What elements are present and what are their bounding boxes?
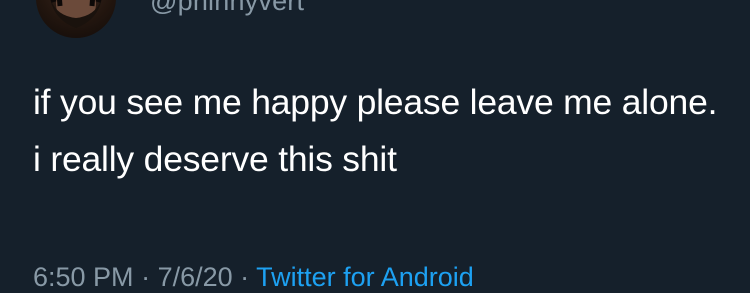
tweet-time: 6:50 PM [33, 262, 134, 292]
tweet-text: if you see me happy please leave me alon… [33, 82, 718, 179]
tweet-source-link[interactable]: Twitter for Android [256, 262, 474, 292]
tweet-meta: 6:50 PM · 7/6/20 · Twitter for Android [33, 262, 474, 293]
username-handle[interactable]: @phinnyvert [150, 0, 304, 17]
avatar[interactable] [36, 0, 116, 38]
meta-separator: · [232, 262, 257, 292]
tweet: @phinnyvert if you see me happy please l… [0, 0, 750, 292]
tweet-date: 7/6/20 [157, 262, 233, 292]
avatar-image [50, 0, 102, 28]
meta-separator: · [133, 262, 158, 292]
